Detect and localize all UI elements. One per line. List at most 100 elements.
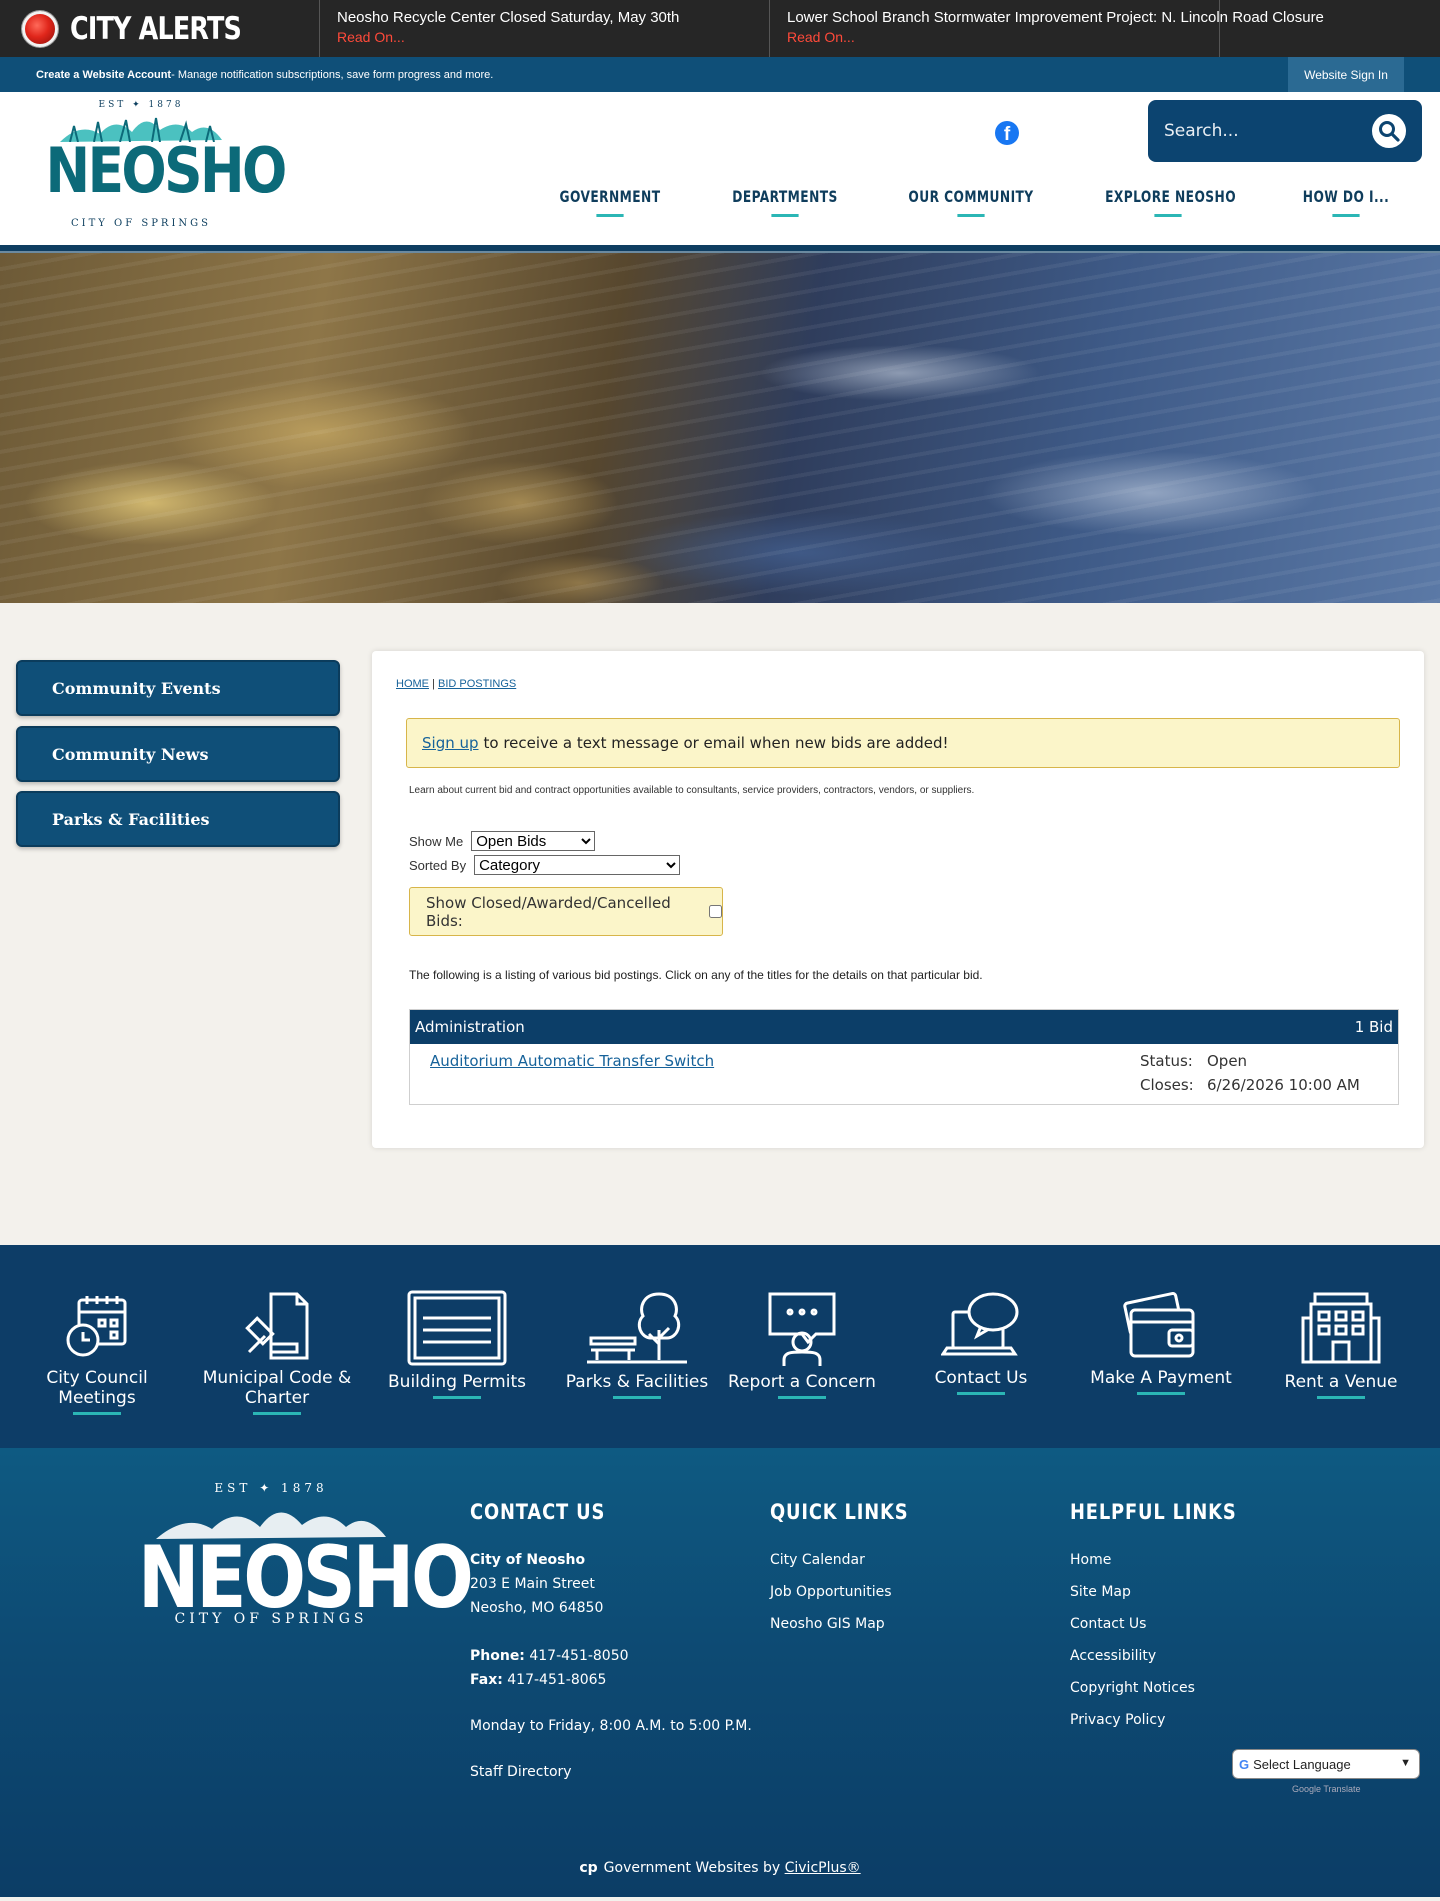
quick-link-make-a-payment[interactable]: Make A Payment bbox=[1077, 1290, 1245, 1395]
footer-link-gis-map[interactable]: Neosho GIS Map bbox=[770, 1608, 933, 1640]
listing-note: The following is a listing of various bi… bbox=[409, 968, 983, 982]
alert-item[interactable]: Neosho Recycle Center Closed Saturday, M… bbox=[320, 0, 770, 57]
alert-beacon-icon bbox=[22, 10, 58, 47]
google-g-icon: G bbox=[1239, 1756, 1250, 1772]
breadcrumb-current-link[interactable]: BID POSTINGS bbox=[438, 678, 516, 690]
signup-link[interactable]: Sign up bbox=[422, 734, 479, 752]
alert-read-more-link[interactable]: Read On... bbox=[787, 27, 1202, 47]
search-input[interactable] bbox=[1164, 115, 1354, 147]
site-header: EST ✦ 1878 NEOSHO CITY OF SPRINGS f GOVE… bbox=[0, 92, 1440, 245]
sorted-by-row: Sorted By Category bbox=[409, 855, 681, 875]
building-permit-icon bbox=[407, 1290, 507, 1366]
sidebar-item-parks-facilities[interactable]: Parks & Facilities bbox=[16, 791, 340, 847]
footer-fax-label: Fax: bbox=[470, 1672, 503, 1688]
footer-helpful-links-column: HELPFUL LINKS Home Site Map Contact Us A… bbox=[1070, 1500, 1266, 1736]
show-closed-toggle: Show Closed/Awarded/Cancelled Bids: bbox=[409, 887, 723, 936]
show-closed-checkbox[interactable] bbox=[709, 905, 722, 918]
quick-link-label: Make A Payment bbox=[1090, 1368, 1232, 1388]
breadcrumb: HOME | BID POSTINGS bbox=[396, 678, 516, 690]
signup-text: to receive a text message or email when … bbox=[483, 734, 949, 752]
nav-label: HOW DO I... bbox=[1302, 187, 1390, 206]
quick-link-building-permits[interactable]: Building Permits bbox=[373, 1290, 541, 1399]
sorted-by-select[interactable]: Category bbox=[474, 855, 681, 875]
bid-closes-label: Closes: bbox=[1140, 1076, 1194, 1094]
alert-title[interactable]: Neosho Recycle Center Closed Saturday, M… bbox=[337, 8, 752, 27]
footer-org-name: City of Neosho bbox=[470, 1552, 586, 1568]
laptop-chat-icon bbox=[941, 1292, 1019, 1356]
breadcrumb-home-link[interactable]: HOME bbox=[396, 678, 429, 690]
quick-link-underline bbox=[613, 1396, 661, 1399]
footer-link-copyright-notices[interactable]: Copyright Notices bbox=[1070, 1672, 1266, 1704]
signup-notice: Sign up to receive a text message or ema… bbox=[406, 718, 1400, 768]
footer-address-line2: Neosho, MO 64850 bbox=[470, 1600, 604, 1616]
sidebar-item-community-news[interactable]: Community News bbox=[16, 726, 340, 782]
create-account-link[interactable]: Create a Website Account bbox=[36, 69, 171, 81]
sidebar-item-community-events[interactable]: Community Events bbox=[16, 660, 340, 716]
footer-link-home[interactable]: Home bbox=[1070, 1544, 1266, 1576]
footer-quick-links-list: City Calendar Job Opportunities Neosho G… bbox=[770, 1544, 933, 1640]
civicplus-link[interactable]: CivicPlus® bbox=[785, 1860, 861, 1876]
footer-link-city-calendar[interactable]: City Calendar bbox=[770, 1544, 933, 1576]
bid-postings-panel: HOME | BID POSTINGS Sign up to receive a… bbox=[372, 651, 1424, 1148]
bid-category-header: Administration 1 Bid bbox=[410, 1010, 1398, 1044]
nav-underline bbox=[596, 214, 624, 217]
hero-image-rocks-water bbox=[0, 253, 1440, 603]
nav-label: DEPARTMENTS bbox=[732, 187, 838, 206]
footer-contact-heading: CONTACT US bbox=[470, 1500, 606, 1524]
nav-label: EXPLORE NEOSHO bbox=[1105, 187, 1237, 206]
language-select[interactable]: G Select Language ▼ bbox=[1232, 1749, 1420, 1779]
nav-label: GOVERNMENT bbox=[559, 187, 661, 206]
search-icon bbox=[1379, 121, 1400, 142]
quick-link-underline bbox=[433, 1396, 481, 1399]
footer-link-job-opportunities[interactable]: Job Opportunities bbox=[770, 1576, 933, 1608]
quick-link-underline bbox=[73, 1412, 121, 1415]
quick-link-rent-a-venue[interactable]: Rent a Venue bbox=[1257, 1290, 1425, 1399]
quick-link-report-a-concern[interactable]: Report a Concern bbox=[718, 1290, 886, 1399]
footer-phone-value[interactable]: 417-451-8050 bbox=[525, 1648, 628, 1664]
footer-neosho-logo[interactable]: EST ✦ 1878 NEOSHO CITY OF SPRINGS bbox=[116, 1481, 474, 1628]
quick-link-contact-us[interactable]: Contact Us bbox=[897, 1290, 1065, 1395]
bid-closes: Closes: 6/26/2026 10:00 AM bbox=[1140, 1076, 1360, 1094]
logo-established: EST ✦ 1878 bbox=[98, 100, 184, 110]
alert-read-more-link[interactable]: Read On... bbox=[337, 27, 752, 47]
website-sign-in-button[interactable]: Website Sign In bbox=[1288, 57, 1404, 92]
quick-link-underline bbox=[957, 1392, 1005, 1395]
bid-status-value: Open bbox=[1207, 1052, 1248, 1070]
quick-link-underline bbox=[253, 1412, 301, 1415]
footer-link-accessibility[interactable]: Accessibility bbox=[1070, 1640, 1266, 1672]
quick-link-city-council-meetings[interactable]: City Council Meetings bbox=[13, 1290, 181, 1415]
alert-title[interactable]: Lower School Branch Stormwater Improveme… bbox=[787, 8, 1324, 27]
account-bar: Create a Website Account - Manage notifi… bbox=[0, 57, 1440, 92]
breadcrumb-separator: | bbox=[432, 678, 435, 690]
header-divider bbox=[0, 245, 1440, 253]
footer-link-privacy-policy[interactable]: Privacy Policy bbox=[1070, 1704, 1266, 1736]
nav-departments[interactable]: DEPARTMENTS bbox=[728, 187, 842, 217]
search-button[interactable] bbox=[1372, 114, 1406, 148]
nav-underline bbox=[957, 214, 985, 217]
footer-link-contact-us[interactable]: Contact Us bbox=[1070, 1608, 1266, 1640]
nav-our-community[interactable]: OUR COMMUNITY bbox=[908, 187, 1034, 217]
chevron-down-icon: ▼ bbox=[1400, 1757, 1411, 1769]
footer-staff-directory-link[interactable]: Staff Directory bbox=[470, 1764, 572, 1780]
city-alerts-bar: CITY ALERTS Neosho Recycle Center Closed… bbox=[0, 0, 1440, 57]
quick-link-label: Parks & Facilities bbox=[565, 1372, 709, 1392]
bid-title-link[interactable]: Auditorium Automatic Transfer Switch bbox=[430, 1052, 714, 1070]
quick-link-underline bbox=[1317, 1396, 1365, 1399]
footer-link-site-map[interactable]: Site Map bbox=[1070, 1576, 1266, 1608]
bid-category-name: Administration bbox=[415, 1018, 525, 1036]
show-me-select[interactable]: Open Bids bbox=[471, 831, 596, 851]
quick-link-parks-facilities[interactable]: Parks & Facilities bbox=[553, 1290, 721, 1399]
person-speech-icon bbox=[768, 1292, 836, 1366]
quick-link-municipal-code[interactable]: Municipal Code & Charter bbox=[193, 1290, 361, 1415]
nav-explore-neosho[interactable]: EXPLORE NEOSHO bbox=[1105, 187, 1236, 217]
footer-fax-value: 417-451-8065 bbox=[502, 1672, 607, 1688]
nav-how-do-i[interactable]: HOW DO I... bbox=[1300, 187, 1392, 217]
nav-government[interactable]: GOVERNMENT bbox=[557, 187, 662, 217]
intro-text: Learn about current bid and contract opp… bbox=[409, 785, 975, 796]
alert-item[interactable]: Lower School Branch Stormwater Improveme… bbox=[770, 0, 1324, 57]
city-alerts-heading[interactable]: CITY ALERTS bbox=[0, 0, 320, 57]
bid-status-label: Status: bbox=[1140, 1052, 1193, 1070]
footer-logo-wordmark: NEOSHO bbox=[137, 1528, 474, 1628]
facebook-icon[interactable]: f bbox=[995, 121, 1019, 145]
city-alerts-title: CITY ALERTS bbox=[70, 10, 242, 47]
